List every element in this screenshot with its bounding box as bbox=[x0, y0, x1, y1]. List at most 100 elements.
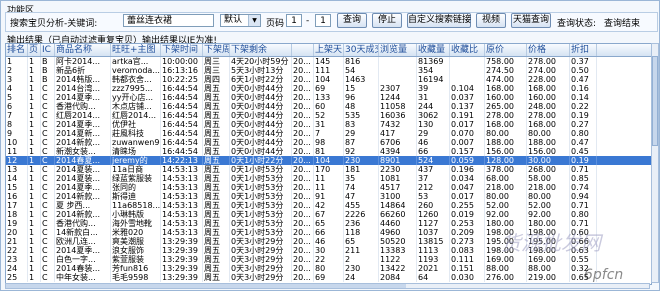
table-row[interactable]: 2 1 B 新品6折 veromoda... 16:13:16 周三 5天3小时13分 20..… bbox=[6, 66, 651, 75]
table-row[interactable]: 14 1 C 2014夏装... 绿蓝紫服装 14:53:13 周五 0天1小时53分 20..… bbox=[6, 174, 651, 183]
table-row[interactable]: 7 1 C 红唇2014... 红唇2014... 16:44:54 周五 0天0小时44分 2… bbox=[6, 111, 651, 120]
sort-select-value: 默认 bbox=[224, 15, 243, 25]
table-row[interactable]: 5 1 C 2014夏季... yy开心店... 16:44:54 周五 0天0小时44分 20… bbox=[6, 93, 651, 102]
table-cell: 0.104 bbox=[450, 84, 485, 93]
table-cell: 816 bbox=[344, 57, 379, 66]
table-row[interactable]: 18 1 C 2014新款... 小琳韩版 14:53:13 周五 0天1小时53分 20...… bbox=[6, 210, 651, 219]
table-row[interactable]: 6 1 C 香港代购... 木点店铺... 16:44:54 周五 0天0小时44分 20...… bbox=[6, 102, 651, 111]
table-row[interactable]: 4 1 C 2014台湾... zzz7995... 16:44:54 周五 0天0小时44分… bbox=[6, 84, 651, 93]
table-cell: 16:44:54 bbox=[161, 84, 203, 93]
watermark-site: 6pfcn bbox=[584, 267, 624, 283]
column-header[interactable]: IC bbox=[41, 44, 55, 56]
table-row[interactable]: 3 1 B 2014韩版... 韩都衣舍... 10:22:25 周四 6天1小时22分 20.… bbox=[6, 75, 651, 84]
horizontal-scroll-thumb[interactable] bbox=[6, 284, 406, 288]
table-cell: 18 bbox=[6, 210, 28, 219]
table-cell bbox=[379, 75, 417, 84]
column-header[interactable]: 下架时间 bbox=[161, 44, 203, 56]
table-cell: 2014夏季... bbox=[55, 246, 111, 255]
table-cell: 4460 bbox=[379, 219, 417, 228]
column-header[interactable]: 收藏量 bbox=[417, 44, 450, 56]
table-cell: 0天1小时53分 bbox=[230, 183, 292, 192]
table-cell: 0.253 bbox=[450, 219, 485, 228]
table-cell bbox=[379, 57, 417, 66]
table-cell: 14:53:13 bbox=[161, 210, 203, 219]
column-header[interactable]: 原价 bbox=[485, 44, 527, 56]
table-cell: 111 bbox=[314, 66, 344, 75]
table-cell: B bbox=[41, 75, 55, 84]
table-row[interactable]: 12 1 C 2014春夏... jeremy的 14:22:13 周五 0天1小时22分 20… bbox=[6, 156, 651, 165]
column-header[interactable]: 价格 bbox=[527, 44, 570, 56]
sort-select[interactable]: 默认 ▼ bbox=[220, 14, 261, 27]
table-cell: 20... bbox=[292, 84, 314, 93]
column-header[interactable]: 浏览量 bbox=[379, 44, 417, 56]
table-cell: 1 bbox=[28, 228, 41, 237]
page-to-input[interactable]: 1 bbox=[315, 14, 331, 27]
table-cell: 周五 bbox=[203, 201, 230, 210]
table-row[interactable]: 23 1 C 白色一字... 紫萱服装 13:29:39 周五 0天3小时29分 20... 22… bbox=[6, 255, 651, 264]
table-cell: 周五 bbox=[203, 138, 230, 147]
table-cell: 夏 步西... bbox=[55, 201, 111, 210]
table-cell: 417 bbox=[379, 129, 417, 138]
table-cell: 67 bbox=[314, 210, 344, 219]
table-cell: 0天0小时44分 bbox=[230, 147, 292, 156]
table-row[interactable]: 25 1 C 中年女装... 毛毛9598 13:29:39 周五 0天3小时29分 20...… bbox=[6, 273, 651, 282]
column-header[interactable] bbox=[292, 44, 314, 56]
table-cell: 92.00 bbox=[527, 210, 570, 219]
view-button[interactable]: 视频 bbox=[476, 13, 506, 28]
table-row[interactable]: 24 1 C 2014春装... 芳fun816 13:29:39 周五 0天3小时29分 20… bbox=[6, 264, 651, 273]
column-header[interactable]: 下架剩余 bbox=[230, 44, 292, 56]
table-cell: 31 bbox=[417, 93, 450, 102]
table-cell: 0.019 bbox=[450, 210, 485, 219]
column-header[interactable]: 排名 bbox=[6, 44, 28, 56]
table-cell: 4天20小时59分 bbox=[230, 57, 292, 66]
table-cell: C bbox=[41, 138, 55, 147]
table-cell: 80.00 bbox=[527, 192, 570, 201]
table-row[interactable]: 16 1 C 2014新款... 斯得迪 14:53:13 周五 0天1小时53分 20... 9… bbox=[6, 192, 651, 201]
table-cell: 0.157 bbox=[450, 147, 485, 156]
table-row[interactable]: 101C2014新款...zuwanwen90316:44:54周五0天0小时4… bbox=[6, 138, 651, 147]
table-cell: 14:22:13 bbox=[161, 156, 203, 165]
table-cell: 69 bbox=[314, 84, 344, 93]
table-cell: 0.80 bbox=[570, 210, 597, 219]
column-header[interactable]: 下架周 bbox=[203, 44, 230, 56]
vertical-scrollbar[interactable] bbox=[651, 43, 659, 283]
stop-button[interactable]: 停止 bbox=[372, 13, 402, 28]
table-cell: 20... bbox=[292, 75, 314, 84]
vertical-scroll-thumb[interactable] bbox=[652, 56, 658, 146]
table-row[interactable]: 9 1 C 2014夏新... 莊風科技 16:44:54 周五 0天0小时44分 20... 7… bbox=[6, 129, 651, 138]
column-header[interactable]: 页 bbox=[28, 44, 41, 56]
table-cell: 0天1小时53分 bbox=[230, 165, 292, 174]
table-cell: 0.017 bbox=[450, 120, 485, 129]
page-from-input[interactable]: 1 bbox=[286, 14, 302, 27]
query-button[interactable]: 查询 bbox=[337, 13, 367, 28]
table-row[interactable]: 17 1 C 夏 步西... 11a68518... 14:53:13 周五 0天1小时53分… bbox=[6, 201, 651, 210]
table-cell: 1 bbox=[28, 75, 41, 84]
table-cell: 3062 bbox=[417, 111, 450, 120]
table-cell: 2014新款... bbox=[55, 138, 111, 147]
column-header[interactable]: 上架天 bbox=[314, 44, 344, 56]
table-cell: 新品6折 bbox=[55, 66, 111, 75]
column-header[interactable]: 折扣 bbox=[570, 44, 597, 56]
horizontal-scrollbar[interactable] bbox=[5, 283, 650, 289]
table-row[interactable]: 8 1 C 2014夏季... 优伊社 16:44:54 周五 0天0小时44分 20... 31… bbox=[6, 120, 651, 129]
table-cell: 66 bbox=[417, 147, 450, 156]
keyword-input[interactable]: 蕾丝连衣裙 bbox=[123, 14, 214, 27]
table-row[interactable]: 15 1 C 2014夏季... 张同的 14:53:13 周五 0天1小时53分 20... 1… bbox=[6, 183, 651, 192]
custom-link-button[interactable]: 自定义搜索链接 bbox=[407, 13, 471, 28]
table-row[interactable]: 1 1 B 阿卡2014... artka官... 10:00:00 周三 4天20小时59分… bbox=[6, 57, 651, 66]
column-header[interactable]: 旺旺+主图 bbox=[111, 44, 161, 56]
table-cell: 54 bbox=[344, 66, 379, 75]
table-cell: 758.00 bbox=[485, 57, 527, 66]
table-row[interactable]: 13 1 C 2014夏装... 11a日商 14:53:13 周五 0天1小时53分 20..… bbox=[6, 165, 651, 174]
column-header[interactable]: 商品名称 bbox=[55, 44, 111, 56]
table-row[interactable]: 11 1 C 新潮女装... 清睐场 16:44:54 周五 0天0小时44分 20... 81 9… bbox=[6, 147, 651, 156]
column-header[interactable]: 30天成交 bbox=[344, 44, 379, 56]
table-cell: 169.00 bbox=[485, 255, 527, 264]
column-header[interactable]: 收藏比 bbox=[450, 44, 485, 56]
table-cell: 13:29:39 bbox=[161, 255, 203, 264]
tmall-query-button[interactable]: 天猫查询 bbox=[511, 13, 551, 28]
table-cell: 81 bbox=[314, 147, 344, 156]
table-cell: C bbox=[41, 210, 55, 219]
table-cell: 46 bbox=[314, 237, 344, 246]
table-cell: 周五 bbox=[203, 273, 230, 282]
